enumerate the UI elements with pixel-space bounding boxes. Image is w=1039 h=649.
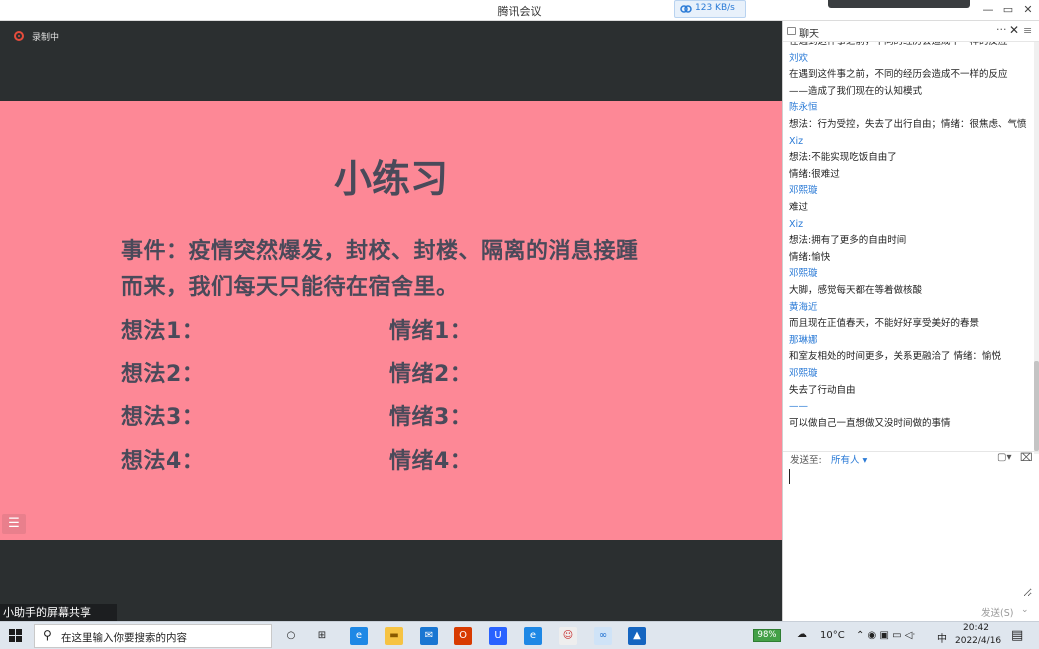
battery-indicator[interactable]: 98%	[753, 629, 781, 642]
tencent-meeting-icon[interactable]: ∞	[594, 627, 612, 645]
file-icon[interactable]: ▢▾	[997, 452, 1011, 463]
screen-share-label: 小助手的屏幕共享	[0, 604, 117, 621]
cloud-icon	[680, 5, 692, 13]
weather-icon[interactable]: ☁	[797, 629, 807, 640]
chat-message-text: 而且现在正值春天，不能好好享受美好的春景	[789, 318, 980, 330]
slide-emotion-4: 情绪4：	[389, 449, 473, 474]
send-options-chevron-icon[interactable]: ⌄	[1021, 605, 1029, 615]
chat-bubble-icon	[787, 27, 796, 35]
chat-message-text: 在遇到这件事之前，不同的经历会造成不一样的反应	[789, 69, 1008, 81]
screenshot-icon[interactable]: ⌧	[1020, 451, 1033, 464]
app-mountain-icon[interactable]: ▲	[628, 627, 646, 645]
chat-message-text: 情绪:很难过	[789, 168, 840, 180]
clock-time[interactable]: 20:42	[963, 623, 989, 633]
more-options-icon[interactable]: ···	[996, 23, 1007, 36]
mail-icon[interactable]: ✉	[420, 627, 438, 645]
slide-thought-4: 想法4：	[121, 449, 205, 474]
minimize-button[interactable]: —	[977, 2, 999, 18]
chat-message-text: ——造成了我们现在的认知模式	[789, 85, 923, 97]
chat-close-icon[interactable]: ✕	[1009, 23, 1019, 37]
top-overlay-tab[interactable]	[828, 0, 970, 8]
close-button[interactable]: ✕	[1017, 2, 1039, 18]
chat-header: 聊天 ··· ✕ ≡	[783, 21, 1039, 42]
system-tray-icons[interactable]: ⌃ ◉ ▣ ▭ ◁ᐧ	[856, 630, 915, 641]
slide-event-line-1: 事件：疫情突然爆发，封校、封楼、隔离的消息接踵	[121, 239, 639, 264]
notification-icon[interactable]: ▤	[1011, 628, 1023, 643]
chat-title: 聊天	[799, 29, 819, 40]
edge-icon[interactable]: e	[350, 627, 368, 645]
chat-sender-name: 邓熙璇	[789, 368, 818, 379]
record-icon	[14, 31, 24, 41]
send-to-label: 发送至:	[790, 455, 822, 466]
chat-scroll-thumb[interactable]	[1034, 361, 1039, 451]
taskbar: ⚲ 在这里输入你要搜索的内容 ○ ⊞ e ▬ ✉ O Ue ☺ ∞ ▲ 98% ☁ 10°C ⌃ …	[0, 621, 1039, 649]
chat-message-text: 和室友相处的时间更多，关系更融洽了 情绪：愉悦	[789, 351, 1002, 363]
app-blue-icon[interactable]: U	[489, 627, 507, 645]
chat-sender-name: 邓熙璇	[789, 268, 818, 280]
slide-title: 小练习	[333, 157, 448, 201]
ie-icon[interactable]: e	[524, 627, 542, 645]
chat-sender-name: 陈永恒	[789, 102, 818, 114]
chat-message-text: 难过	[789, 202, 809, 213]
chat-message-text: 在遇到这件事之前，不同的经历会造成不一样的反应	[789, 42, 1008, 48]
chat-sender-name: 邓熙璇	[789, 185, 818, 197]
chat-panel: 聊天 ··· ✕ ≡ 在遇到这件事之前，不同的经历会造成不一样的反应刘欢在遇到这…	[782, 21, 1039, 621]
slide-emotion-3: 情绪3：	[389, 405, 473, 430]
chat-message-text: 可以做自己一直想做又没时间做的事情	[789, 417, 951, 429]
restore-button[interactable]: ▭	[997, 2, 1019, 18]
chat-message-text: 情绪:愉快	[789, 251, 831, 263]
chat-sender-name: Xiz	[789, 135, 804, 147]
send-button[interactable]: 发送(S)	[981, 605, 1015, 619]
chat-sender-name: 刘欢	[789, 52, 809, 64]
slide-event-line-2: 而来，我们每天只能待在宿舍里。	[121, 275, 459, 300]
search-icon: ⚲	[43, 628, 52, 642]
slide-menu-icon[interactable]: ☰	[2, 514, 26, 534]
multitask-icon[interactable]: ⊞	[313, 627, 331, 645]
clock-date[interactable]: 2022/4/16	[955, 636, 1001, 646]
send-to-select[interactable]: 所有人 ▾	[831, 452, 867, 466]
slide-emotion-2: 情绪2：	[389, 362, 473, 387]
slide-thought-2: 想法2：	[121, 362, 205, 387]
chat-sender-name: Xiz	[789, 218, 804, 230]
chat-message-text: 想法:不能实现吃饭自由了	[789, 152, 897, 164]
windows-start-icon[interactable]	[9, 629, 23, 643]
chat-message-list[interactable]: 在遇到这件事之前，不同的经历会造成不一样的反应刘欢在遇到这件事之前，不同的经历会…	[783, 42, 1031, 454]
taskbar-search-box[interactable]: ⚲ 在这里输入你要搜索的内容	[34, 624, 272, 648]
chat-sender-name: ——	[789, 401, 808, 413]
app-avatar-icon[interactable]: ☺	[559, 627, 577, 645]
ime-indicator[interactable]: 中	[937, 630, 947, 645]
explorer-icon[interactable]: ▬	[385, 627, 403, 645]
chat-message-text: 失去了行动自由	[789, 384, 856, 396]
chat-message-text: 想法：行为受控，失去了出行自由；情绪：很焦虑、气愤	[789, 119, 1027, 130]
search-placeholder: 在这里输入你要搜索的内容	[61, 632, 187, 644]
slide-thought-3: 想法3：	[121, 405, 205, 430]
temperature[interactable]: 10°C	[820, 630, 845, 641]
side-menu-icon[interactable]: ≡	[1023, 24, 1032, 37]
task-view-icon[interactable]: ○	[282, 627, 300, 645]
network-speed-badge: 123 KB/s	[674, 0, 746, 18]
network-speed: 123 KB/s	[695, 3, 735, 13]
chat-sender-name: 黄海近	[789, 301, 818, 313]
chat-input[interactable]	[788, 467, 1032, 597]
chat-message-text: 大脚，感觉每天都在等着做核酸	[789, 285, 923, 296]
recording-label: 录制中	[32, 33, 60, 43]
title-bar: 腾讯会议 123 KB/s — ▭ ✕	[0, 0, 1039, 21]
chat-sender-name: 那琳娜	[789, 334, 818, 346]
chat-message-text: 想法:拥有了更多的自由时间	[789, 235, 907, 247]
slide-emotion-1: 情绪1：	[389, 319, 473, 344]
office-icon[interactable]: O	[454, 627, 472, 645]
slide-thought-1: 想法1：	[121, 319, 205, 344]
